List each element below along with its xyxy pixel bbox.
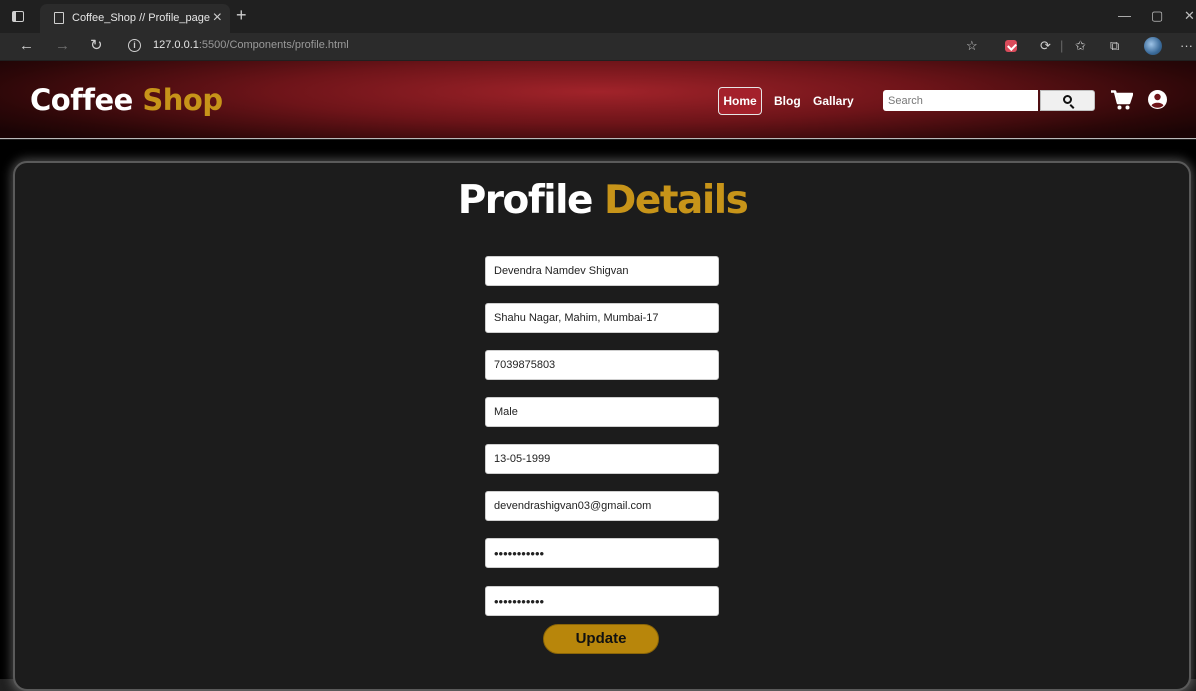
- page-title: Profile Details: [0, 178, 1196, 223]
- brand-logo[interactable]: Coffee Shop: [30, 83, 223, 117]
- refresh-icon[interactable]: ↻: [90, 37, 103, 55]
- page-icon: [54, 12, 64, 24]
- password-field[interactable]: [485, 538, 719, 568]
- browser-tab[interactable]: Coffee_Shop // Profile_page ×: [40, 4, 230, 33]
- browser-profile-icon[interactable]: [1144, 37, 1162, 55]
- site-info-icon[interactable]: i: [128, 39, 141, 52]
- browser-tab-bar: Coffee_Shop // Profile_page × + — ▢ ✕: [0, 0, 1196, 33]
- maximize-icon[interactable]: ▢: [1151, 8, 1163, 24]
- address-field[interactable]: [485, 303, 719, 333]
- confirm-password-field[interactable]: [485, 586, 719, 616]
- update-button[interactable]: Update: [543, 624, 659, 654]
- browser-toolbar: ← → ↻ i 127.0.0.1:5500/Components/profil…: [0, 33, 1196, 60]
- forward-icon[interactable]: →: [55, 37, 70, 55]
- title-part2: Details: [604, 178, 749, 223]
- address-bar[interactable]: 127.0.0.1:5500/Components/profile.html: [153, 39, 349, 51]
- back-icon[interactable]: ←: [19, 37, 34, 55]
- dob-field[interactable]: [485, 444, 719, 474]
- title-part1: Profile: [457, 178, 594, 223]
- close-window-icon[interactable]: ✕: [1184, 8, 1195, 24]
- url-path: :5500/Components/profile.html: [198, 39, 349, 51]
- collections-icon[interactable]: ⧉: [1110, 38, 1119, 54]
- brand-part2: Shop: [142, 83, 223, 117]
- gender-field[interactable]: [485, 397, 719, 427]
- brand-part1: Coffee: [30, 83, 133, 117]
- nav-home[interactable]: Home: [718, 87, 762, 115]
- extensions-icon[interactable]: ⟳: [1040, 38, 1051, 54]
- phone-field[interactable]: [485, 350, 719, 380]
- user-icon[interactable]: [1148, 90, 1167, 109]
- cart-icon[interactable]: [1111, 90, 1133, 110]
- tab-title: Coffee_Shop // Profile_page: [72, 12, 211, 24]
- favorite-add-icon[interactable]: ☆: [966, 38, 978, 54]
- url-host: 127.0.0.1: [153, 39, 199, 51]
- favorites-icon[interactable]: ✩: [1075, 38, 1086, 54]
- email-field[interactable]: [485, 491, 719, 521]
- new-tab-icon[interactable]: +: [236, 5, 247, 25]
- tab-actions-icon[interactable]: [12, 11, 24, 22]
- nav-blog[interactable]: Blog: [774, 94, 801, 108]
- minimize-icon[interactable]: —: [1118, 8, 1131, 24]
- full-name-field[interactable]: [485, 256, 719, 286]
- more-menu-icon[interactable]: ···: [1180, 38, 1193, 54]
- search-input[interactable]: [883, 90, 1038, 111]
- search-button[interactable]: [1040, 90, 1095, 111]
- pocket-extension-icon[interactable]: [1005, 40, 1017, 52]
- nav-gallary[interactable]: Gallary: [813, 94, 854, 108]
- close-tab-icon[interactable]: ×: [213, 8, 222, 28]
- search-icon: [1063, 95, 1072, 104]
- toolbar-divider: |: [1060, 38, 1064, 53]
